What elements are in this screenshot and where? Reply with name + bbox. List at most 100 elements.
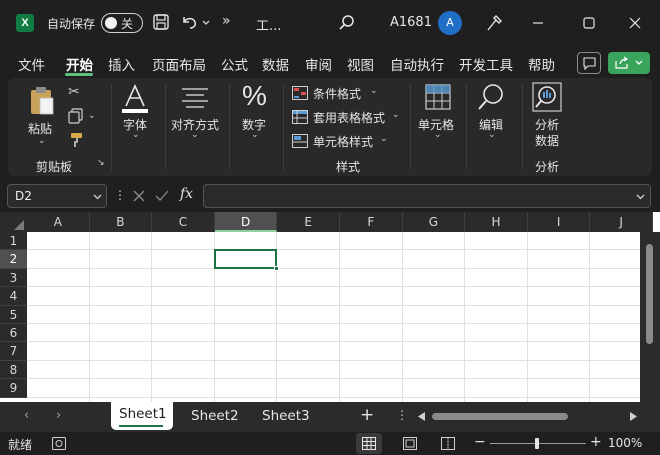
row-header[interactable]: 2 [0, 250, 27, 269]
designer-icon[interactable] [485, 13, 503, 33]
row-header[interactable]: 5 [0, 305, 27, 324]
vertical-scroll-thumb[interactable] [646, 244, 653, 344]
chevron-down-icon[interactable]: ⌄ [251, 130, 259, 140]
select-all-corner[interactable] [0, 212, 27, 232]
font-icon[interactable] [120, 84, 150, 114]
tab-developer[interactable]: 开发工具 [459, 54, 513, 74]
undo-icon[interactable] [180, 13, 198, 31]
comments-button[interactable] [577, 52, 601, 74]
normal-view-button[interactable] [356, 433, 382, 454]
tab-data[interactable]: 数据 [262, 54, 289, 74]
tab-page-layout[interactable]: 页面布局 [152, 54, 206, 74]
vertical-scrollbar[interactable] [640, 232, 660, 402]
more-options-icon[interactable]: ⋮ [396, 408, 408, 422]
accessibility-icon[interactable] [52, 437, 66, 450]
maximize-icon[interactable] [576, 10, 602, 36]
chevron-down-icon[interactable] [636, 194, 645, 200]
scroll-left-icon[interactable] [418, 412, 426, 421]
tab-insert[interactable]: 插入 [108, 54, 135, 74]
tab-view[interactable]: 视图 [347, 54, 374, 74]
formula-input[interactable] [203, 184, 651, 208]
paste-label[interactable]: 粘贴 [28, 120, 52, 137]
cancel-icon[interactable] [133, 190, 145, 202]
close-icon[interactable] [622, 10, 648, 36]
row-header[interactable]: 9 [0, 379, 27, 398]
worksheet-grid[interactable]: ABCDEFGHIJ 123456789 [0, 212, 660, 402]
tab-formulas[interactable]: 公式 [221, 54, 248, 74]
autosave-toggle[interactable]: 关 [101, 13, 143, 33]
sheet-tab-sheet2[interactable]: Sheet2 [191, 408, 239, 424]
search-icon[interactable] [338, 14, 355, 31]
zoom-slider-thumb[interactable] [535, 438, 539, 449]
column-header[interactable]: H [465, 212, 528, 232]
page-break-view-icon[interactable] [441, 437, 455, 450]
row-header[interactable]: 7 [0, 342, 27, 361]
row-header[interactable]: 8 [0, 360, 27, 380]
scroll-right-icon[interactable] [630, 412, 638, 421]
row-header[interactable]: 4 [0, 287, 27, 306]
zoom-in-icon[interactable]: + [590, 434, 602, 450]
tab-automate[interactable]: 自动执行 [390, 54, 444, 74]
avatar[interactable]: A [438, 11, 462, 35]
alignment-icon[interactable] [180, 86, 210, 110]
sheet-tab-sheet3[interactable]: Sheet3 [262, 408, 310, 424]
tab-file[interactable]: 文件 [18, 54, 45, 74]
format-painter-icon[interactable] [68, 132, 84, 148]
analyze-data-label-2[interactable]: 数据 [535, 132, 559, 149]
more-options-icon[interactable]: ⋮ [114, 188, 126, 202]
cell-area[interactable] [27, 232, 653, 402]
column-header[interactable]: G [402, 212, 466, 232]
tab-home[interactable]: 开始 [66, 54, 93, 74]
column-header[interactable]: E [277, 212, 340, 232]
cells-icon[interactable] [425, 84, 451, 110]
tab-help[interactable]: 帮助 [528, 54, 555, 74]
name-box[interactable]: D2 [7, 184, 107, 208]
file-name[interactable]: 工... [256, 15, 281, 34]
zoom-level[interactable]: 100% [608, 436, 642, 450]
conditional-format-button[interactable]: 条件格式 ⌄ [292, 84, 402, 104]
fill-handle[interactable] [274, 265, 280, 271]
column-header[interactable]: F [340, 212, 403, 232]
chevron-right-icon[interactable]: › [56, 408, 61, 423]
chevron-down-icon[interactable]: ⌄ [191, 130, 199, 140]
enter-icon[interactable] [155, 190, 169, 202]
chevron-down-icon[interactable] [93, 194, 102, 200]
percent-icon[interactable]: % [242, 80, 267, 112]
table-format-button[interactable]: 套用表格格式 ⌄ [292, 108, 402, 128]
tab-review[interactable]: 审阅 [305, 54, 332, 74]
page-layout-view-icon[interactable] [403, 437, 417, 450]
horizontal-scroll-thumb[interactable] [432, 413, 568, 420]
sheet-tab-sheet1[interactable]: Sheet1 [111, 402, 173, 430]
paste-icon[interactable] [28, 86, 56, 116]
chevron-left-icon[interactable]: ‹ [24, 408, 29, 423]
chevron-down-icon[interactable]: ⌄ [132, 130, 140, 140]
row-header[interactable]: 6 [0, 324, 27, 343]
cell-style-button[interactable]: 单元格样式 ⌄ [292, 132, 402, 152]
column-header[interactable]: B [89, 212, 153, 232]
active-cell[interactable] [213, 249, 278, 269]
analyze-data-icon[interactable] [532, 82, 562, 112]
chevron-down-icon[interactable]: ⌄ [88, 111, 96, 121]
column-header[interactable]: J [590, 212, 653, 232]
more-icon[interactable]: » [222, 13, 231, 29]
zoom-out-icon[interactable]: − [474, 434, 486, 450]
horizontal-scrollbar[interactable] [418, 410, 640, 423]
column-header[interactable]: D [214, 212, 278, 232]
cut-icon[interactable]: ✂ [68, 84, 80, 100]
copy-icon[interactable] [68, 108, 84, 124]
row-header[interactable]: 3 [0, 268, 27, 288]
analyze-data-label-1[interactable]: 分析 [535, 116, 559, 133]
zoom-slider[interactable] [490, 438, 586, 449]
chevron-down-icon[interactable]: ⌄ [38, 136, 46, 146]
insert-function-icon[interactable]: fx [180, 186, 193, 202]
column-header[interactable]: A [27, 212, 90, 232]
share-button[interactable] [608, 52, 650, 74]
save-icon[interactable] [152, 13, 170, 31]
column-header[interactable]: C [152, 212, 215, 232]
minimize-icon[interactable] [525, 10, 551, 36]
dialog-launcher-icon[interactable]: ↘ [97, 158, 105, 168]
row-header[interactable]: 1 [0, 232, 27, 251]
column-header[interactable]: I [527, 212, 591, 232]
chevron-down-icon[interactable] [202, 20, 210, 26]
chevron-down-icon[interactable]: ⌄ [488, 130, 496, 140]
